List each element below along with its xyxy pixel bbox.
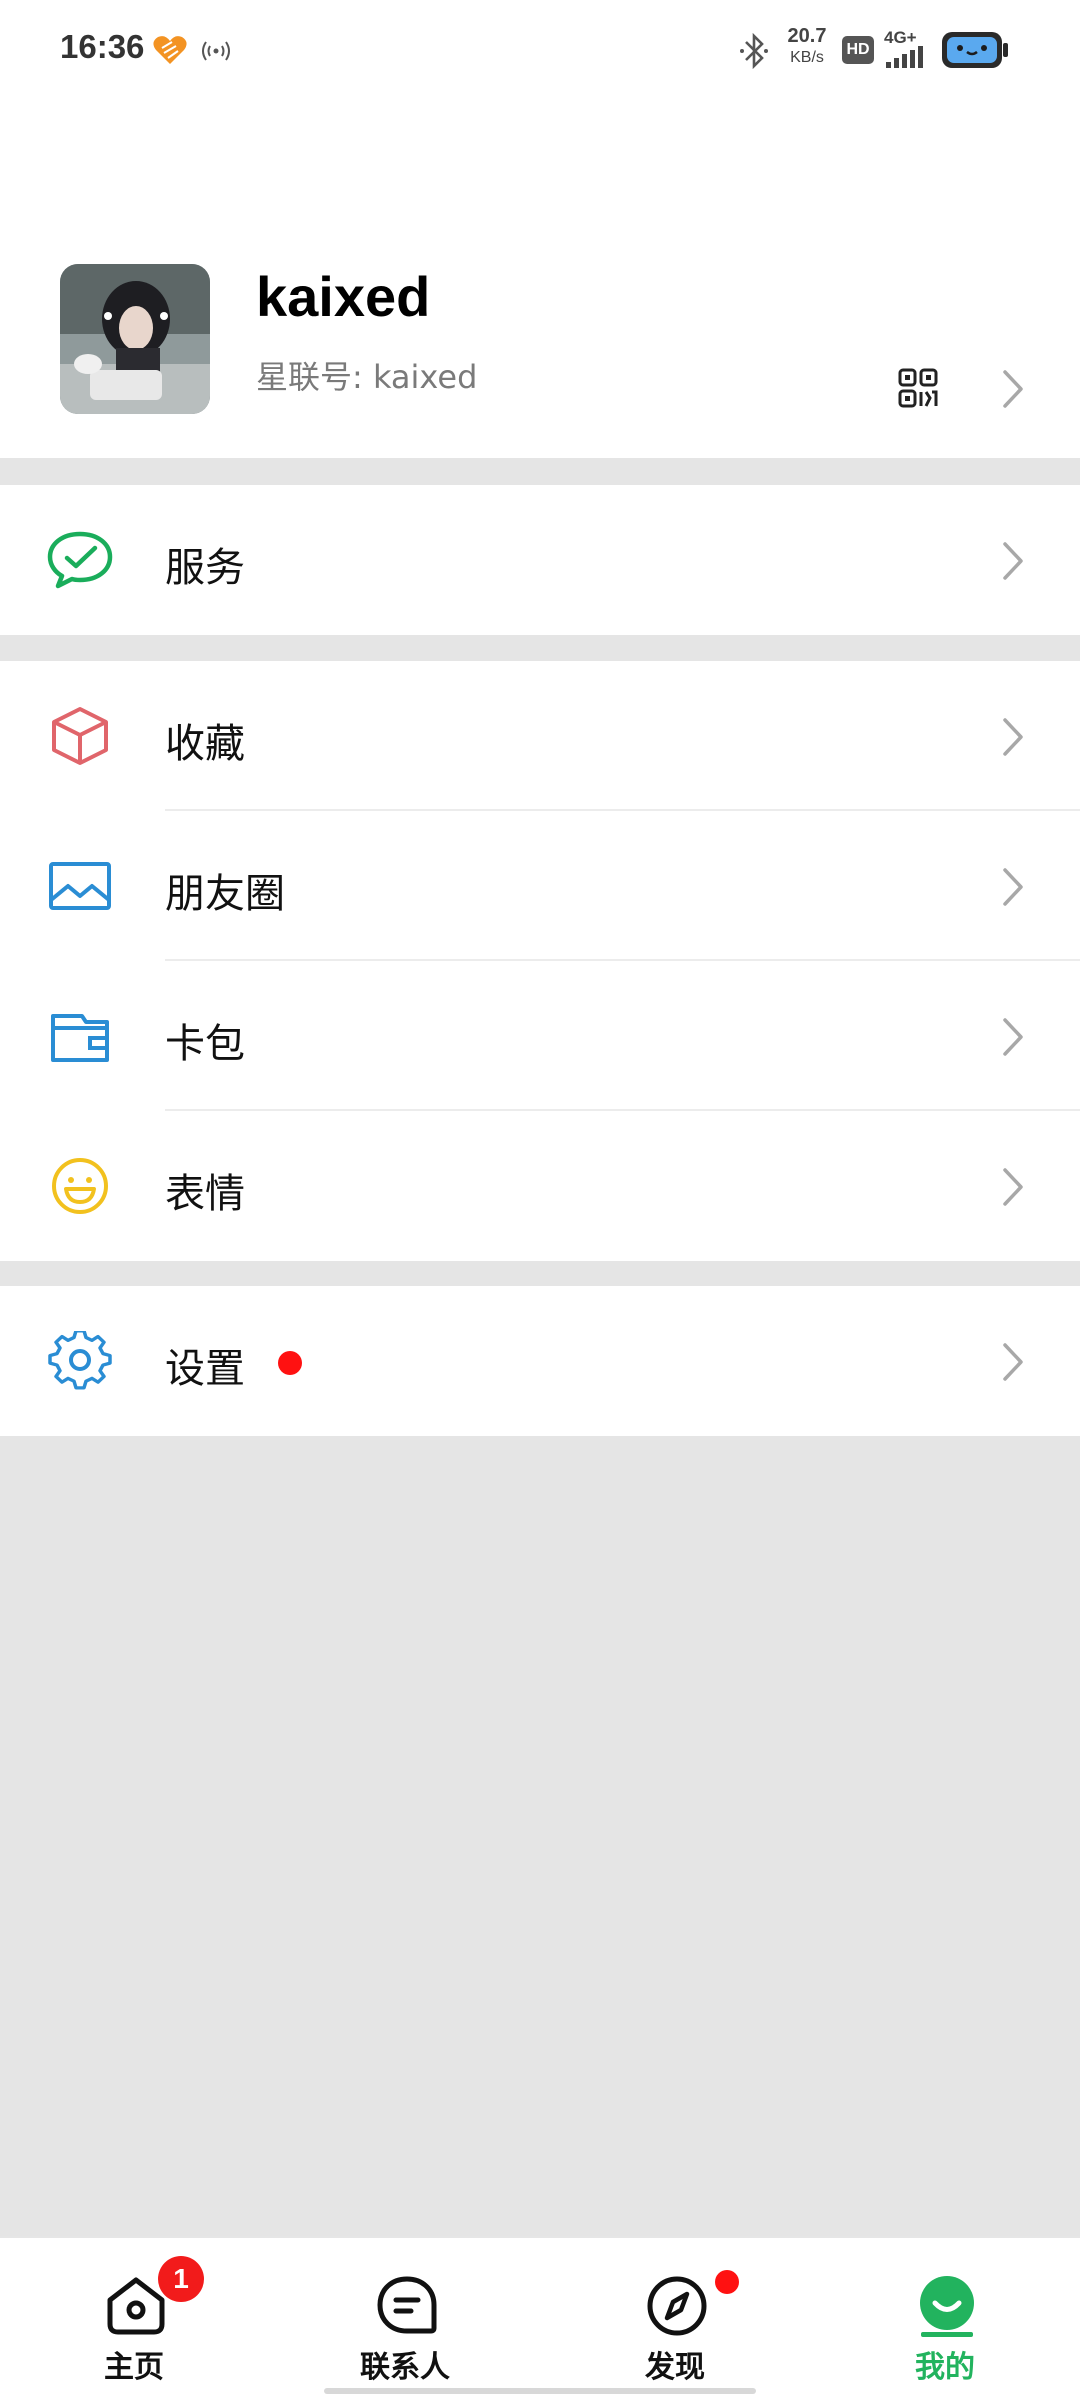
wallet-icon: [51, 1014, 109, 1062]
menu-label-service: 服务: [165, 545, 245, 591]
tab-home[interactable]: 1 主页: [34, 2238, 234, 2400]
account-id: 星联号: kaixed: [256, 358, 478, 396]
unread-badge: 1: [158, 2256, 204, 2302]
chevron-right-icon: [1003, 1018, 1023, 1056]
menu-label-favorites: 收藏: [165, 721, 245, 767]
profile-card[interactable]: kaixed 星联号: kaixed: [0, 240, 1080, 440]
bluetooth-icon: [740, 32, 768, 70]
chevron-right-icon: [1003, 1343, 1023, 1381]
chevron-right-icon: [1003, 868, 1023, 906]
home-indicator[interactable]: [324, 2388, 756, 2394]
avatar[interactable]: [60, 264, 210, 414]
chevron-right-icon: [1003, 542, 1023, 580]
settings-group: 设置: [0, 1286, 1080, 1436]
notification-dot: [715, 2270, 739, 2294]
menu-item-wallet[interactable]: 卡包: [0, 961, 1080, 1111]
menu-item-stickers[interactable]: 表情: [0, 1111, 1080, 1261]
chevron-right-icon: [1003, 370, 1023, 408]
menu-label-settings: 设置: [165, 1346, 245, 1392]
tab-label-me: 我的: [915, 2350, 975, 2385]
features-group: 收藏 朋友圈 卡包 表情: [0, 661, 1080, 1261]
bottom-tab-bar: 1 主页 联系人 发现 我的: [0, 2236, 1080, 2400]
status-bar: 16:36 20.7 KB/s HD 4G+: [0, 0, 1080, 100]
app-screen: 16:36 20.7 KB/s HD 4G+ kaixed 星联号: kaixe…: [0, 0, 1080, 2400]
menu-item-settings[interactable]: 设置: [0, 1286, 1080, 1436]
gear-icon: [48, 1331, 112, 1390]
chat-bubble-icon: [377, 2276, 437, 2334]
signal-icon: [886, 46, 923, 68]
profile-name: kaixed: [256, 265, 431, 328]
chevron-right-icon: [1003, 718, 1023, 756]
menu-item-moments[interactable]: 朋友圈: [0, 811, 1080, 961]
chevron-right-icon: [1003, 1168, 1023, 1206]
profile-header: 16:36 20.7 KB/s HD 4G+ kaixed 星联号: kaixe…: [0, 0, 1080, 458]
menu-label-wallet: 卡包: [165, 1021, 245, 1067]
tab-label-contacts: 联系人: [360, 2350, 450, 2385]
image-icon: [49, 862, 111, 910]
menu-item-favorites[interactable]: 收藏: [0, 661, 1080, 811]
tab-label-discover: 发现: [645, 2350, 705, 2385]
cube-icon: [52, 707, 108, 765]
battery-icon: [942, 32, 1008, 68]
network-speed-unit: KB/s: [790, 49, 824, 66]
network-speed: 20.7 KB/s: [782, 26, 832, 66]
menu-label-moments: 朋友圈: [165, 871, 285, 917]
tab-me[interactable]: 我的: [845, 2238, 1045, 2400]
smile-icon: [52, 1158, 108, 1214]
network-speed-value: 20.7: [787, 25, 827, 47]
me-smile-icon: [920, 2276, 974, 2337]
service-group: 服务: [0, 485, 1080, 635]
chat-check-icon: [47, 531, 113, 589]
status-time: 16:36: [60, 28, 145, 65]
qr-code-icon[interactable]: [898, 368, 938, 408]
hd-badge: HD: [842, 36, 874, 64]
heart-status-icon: [153, 36, 187, 64]
tab-discover[interactable]: 发现: [575, 2238, 775, 2400]
menu-label-stickers: 表情: [165, 1171, 245, 1217]
tab-contacts[interactable]: 联系人: [305, 2238, 505, 2400]
hotspot-icon: [202, 41, 230, 61]
notification-dot: [278, 1351, 302, 1375]
compass-icon: [647, 2276, 707, 2336]
avatar-image: [60, 264, 210, 414]
tab-label-home: 主页: [104, 2350, 164, 2385]
menu-item-service[interactable]: 服务: [0, 485, 1080, 635]
